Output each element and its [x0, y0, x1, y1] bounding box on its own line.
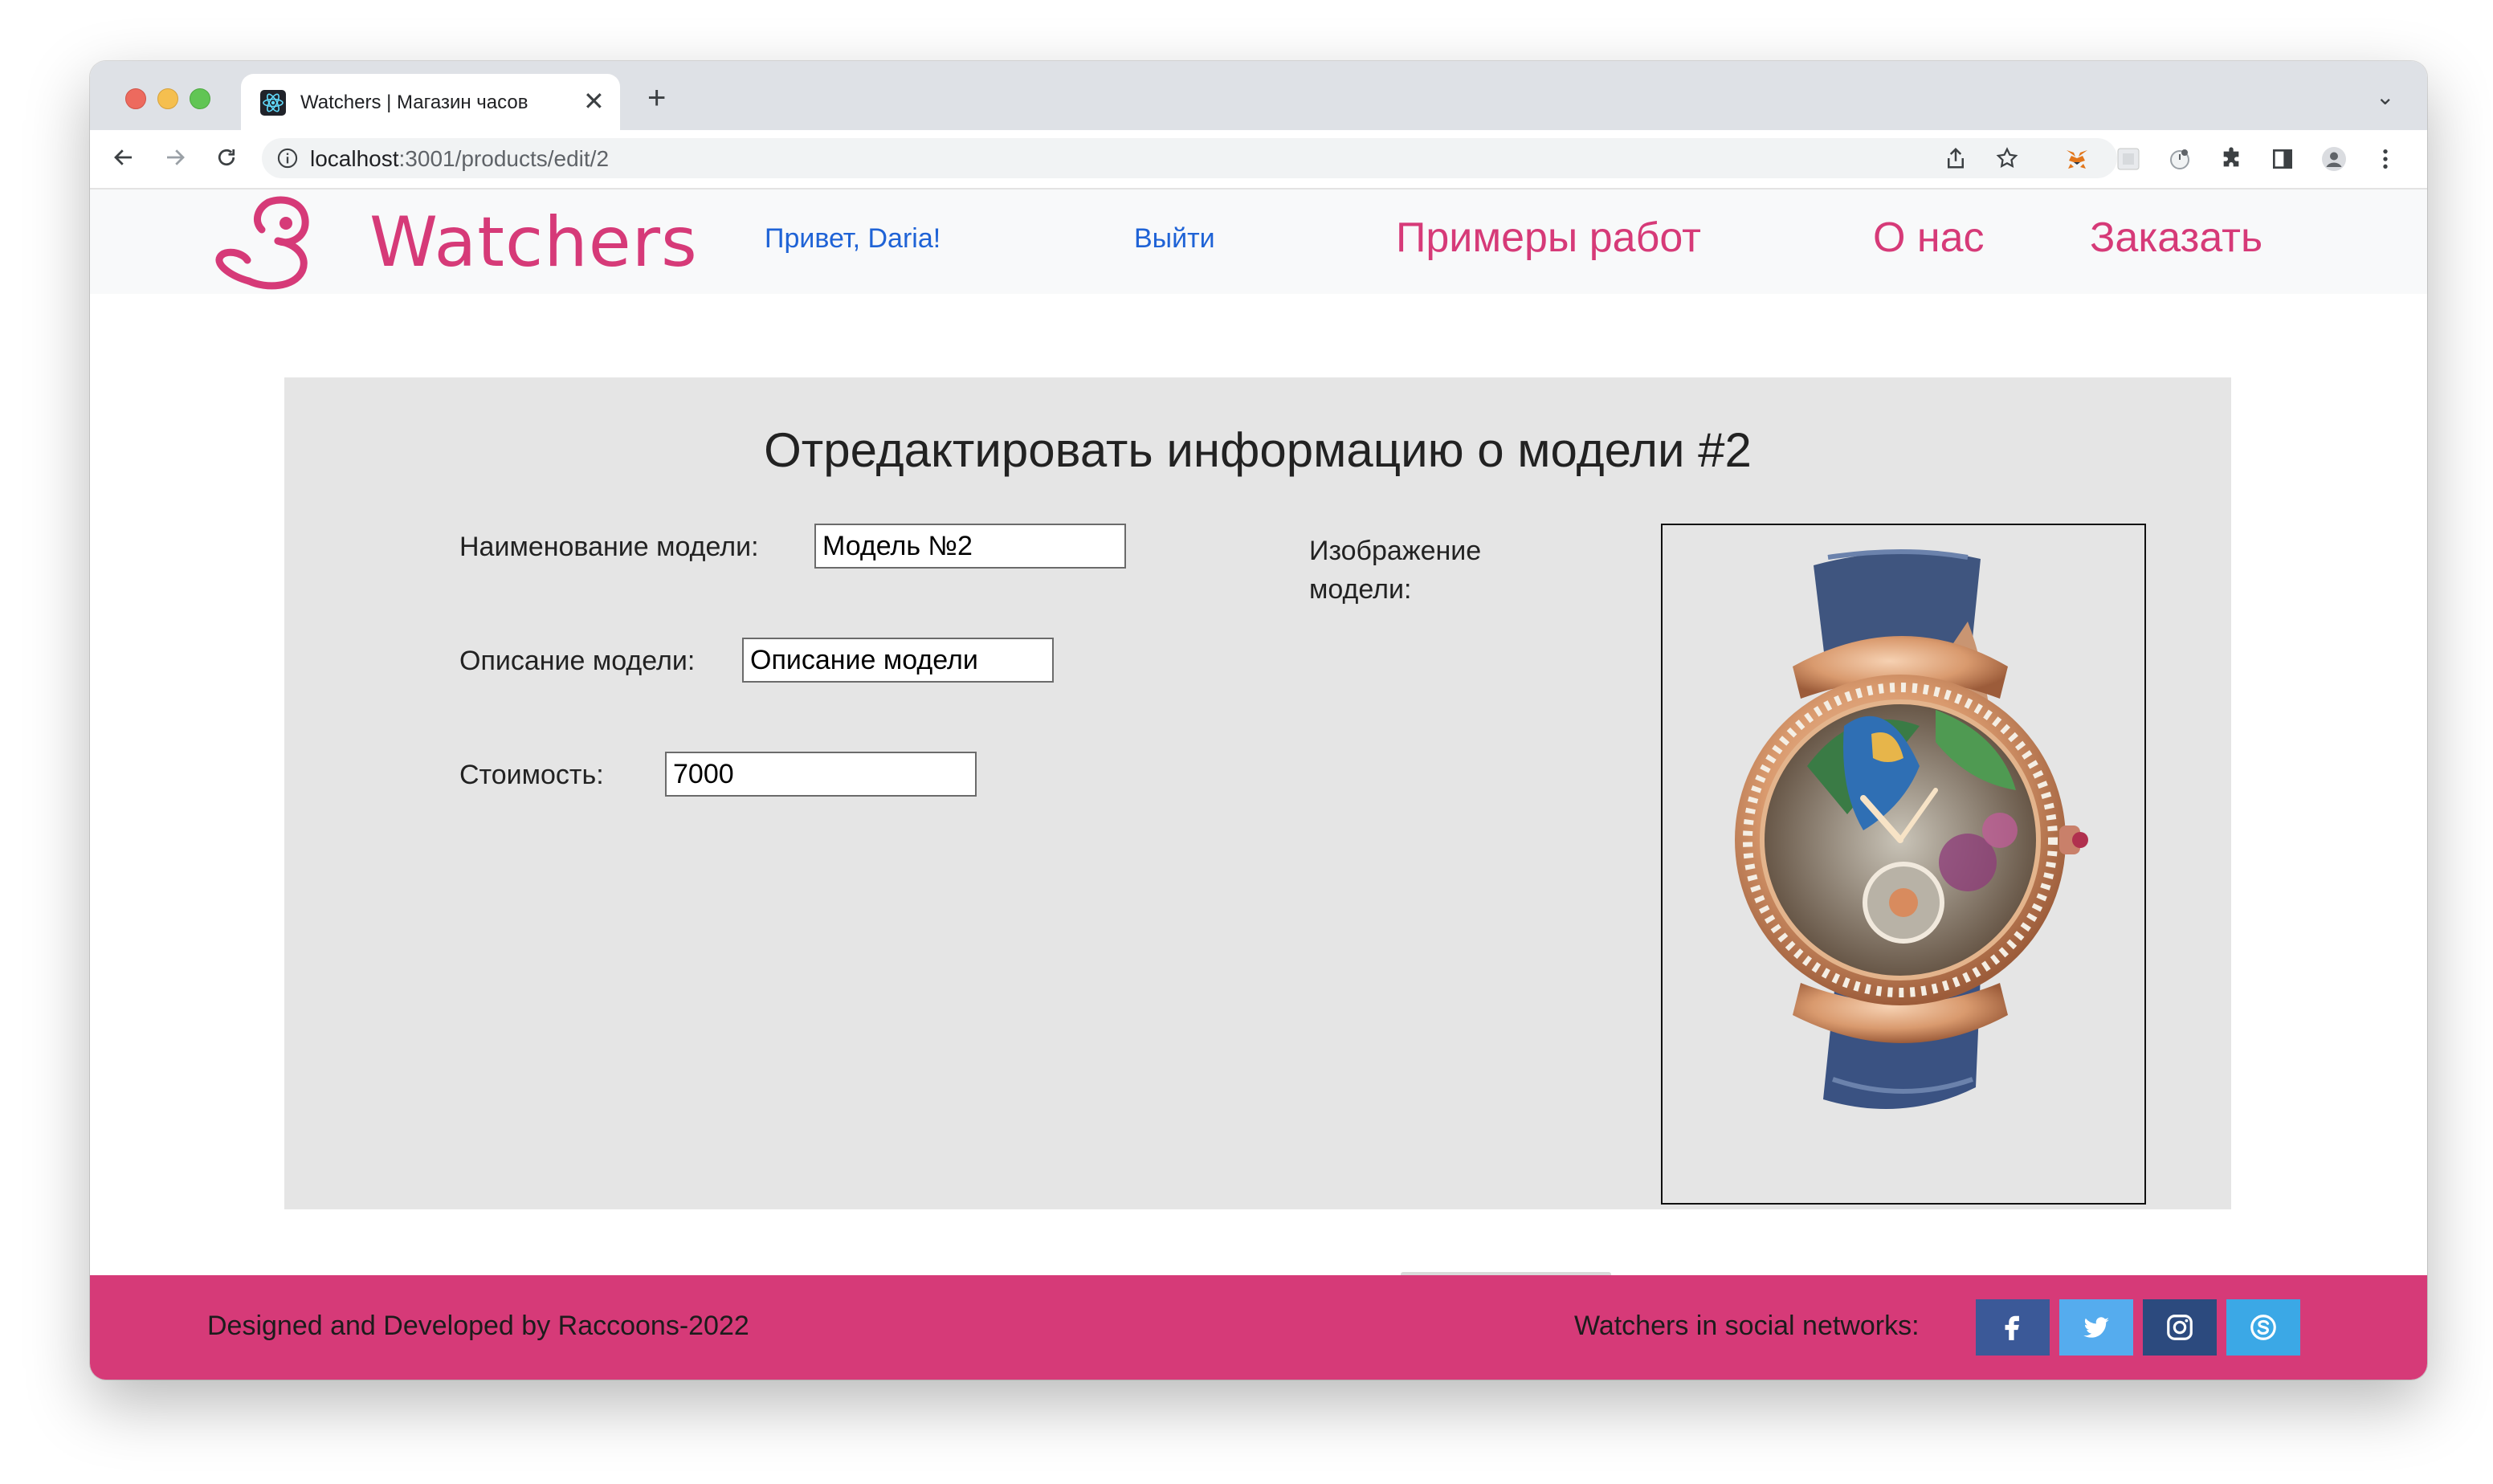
model-image[interactable]	[1661, 524, 2146, 1205]
brand-name[interactable]: Watchers	[369, 202, 698, 283]
close-window-button[interactable]	[125, 88, 146, 109]
metamask-extension-icon[interactable]	[2064, 146, 2090, 172]
model-description-input[interactable]	[742, 638, 1054, 683]
price-label: Стоимость:	[459, 760, 604, 790]
address-bar[interactable]: localhost:3001/products/edit/2	[262, 138, 2117, 178]
twitter-button[interactable]	[2059, 1299, 2133, 1356]
facebook-button[interactable]	[1976, 1299, 2050, 1356]
more-vertical-icon[interactable]	[2373, 146, 2398, 172]
forward-button[interactable]	[157, 140, 193, 175]
browser-toolbar: localhost:3001/products/edit/2	[90, 130, 2427, 190]
model-name-input[interactable]	[814, 524, 1126, 569]
instagram-button[interactable]	[2143, 1299, 2217, 1356]
minimize-window-button[interactable]	[157, 88, 178, 109]
social-label: Watchers in social networks:	[1574, 1311, 1920, 1341]
tab-strip: Watchers | Магазин часов ✕ + ⌄	[90, 61, 2427, 130]
logo-icon[interactable]	[206, 190, 323, 294]
nav-about[interactable]: О нас	[1873, 214, 1985, 262]
maximize-window-button[interactable]	[190, 88, 210, 109]
tab-title: Watchers | Магазин часов	[300, 92, 528, 113]
url-host: localhost	[310, 146, 399, 171]
star-icon[interactable]	[1995, 146, 2019, 170]
url-text: localhost:3001/products/edit/2	[310, 146, 609, 172]
image-label: Изображение модели:	[1309, 536, 1482, 605]
edit-product-card: Отредактировать информацию о модели #2 Н…	[284, 377, 2231, 1209]
arrow-left-icon	[114, 149, 132, 165]
watch-image	[1735, 549, 2088, 1109]
price-input[interactable]	[665, 752, 977, 797]
greeting-link[interactable]: Привет, Daria!	[765, 223, 940, 255]
back-button[interactable]	[106, 140, 141, 175]
side-panel-icon[interactable]	[2270, 146, 2295, 172]
site-header: Watchers Привет, Daria! Выйти Примеры ра…	[90, 190, 2427, 294]
new-tab-icon[interactable]: +	[647, 82, 666, 114]
react-favicon-icon	[260, 90, 286, 116]
nav-examples[interactable]: Примеры работ	[1396, 214, 1701, 262]
description-label: Описание модели:	[459, 646, 696, 676]
arrow-right-icon	[167, 149, 185, 165]
info-icon[interactable]	[276, 147, 299, 169]
share-icon[interactable]	[1944, 146, 1968, 170]
chevron-down-icon[interactable]: ⌄	[2376, 84, 2394, 110]
reload-icon	[218, 149, 235, 166]
site-footer: Designed and Developed by Raccoons-2022 …	[90, 1275, 2427, 1380]
name-label: Наименование модели:	[459, 532, 759, 562]
tab-close-icon[interactable]: ✕	[583, 87, 605, 116]
skype-icon	[2250, 1315, 2276, 1340]
url-path: :3001/products/edit/2	[398, 146, 610, 171]
extension-grid-icon[interactable]	[2116, 146, 2141, 172]
skype-button[interactable]	[2226, 1299, 2300, 1356]
facebook-icon	[2005, 1315, 2019, 1340]
nav-order[interactable]: Заказать	[2090, 214, 2262, 262]
profile-avatar-icon[interactable]	[2321, 146, 2347, 172]
twitter-icon	[2083, 1317, 2109, 1338]
instagram-icon	[2167, 1315, 2193, 1340]
logout-link[interactable]: Выйти	[1134, 223, 1215, 255]
browser-tab[interactable]: Watchers | Магазин часов ✕	[241, 74, 620, 130]
puzzle-icon[interactable]	[2218, 146, 2244, 172]
footer-credit: Designed and Developed by Raccoons-2022	[207, 1311, 749, 1341]
browser-window: Watchers | Магазин часов ✕ + ⌄ localhost…	[90, 61, 2427, 1380]
reload-button[interactable]	[209, 140, 244, 175]
page-title: Отредактировать информацию о модели #2	[764, 423, 1752, 477]
timer-extension-icon[interactable]	[2167, 146, 2193, 172]
